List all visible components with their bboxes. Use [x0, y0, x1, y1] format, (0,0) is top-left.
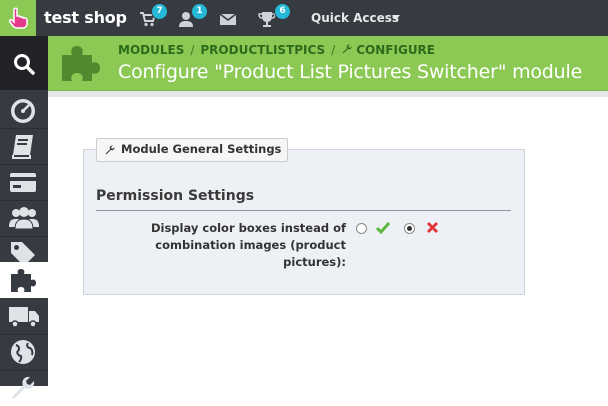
section-divider [96, 210, 511, 211]
panel-legend: Module General Settings [96, 138, 289, 162]
puzzle-icon [11, 269, 36, 292]
check-icon [376, 222, 390, 234]
section-title: Permission Settings [96, 188, 255, 204]
puzzle-icon [62, 46, 100, 81]
no-radio[interactable] [404, 223, 415, 234]
users-icon [9, 207, 39, 230]
header-divider [48, 91, 608, 97]
trophy-icon[interactable] [258, 10, 276, 28]
truck-icon [9, 307, 39, 328]
dashboard-icon [11, 99, 35, 123]
customers-badge: 1 [192, 4, 207, 19]
orders-badge: 7 [152, 4, 167, 19]
legend-label: Module General Settings [121, 142, 282, 156]
search-icon [14, 54, 35, 75]
page-header: MODULES / PRODUCTLISTPICS / CONFIGURE Config… [48, 36, 608, 91]
sidebar-item-payment[interactable] [0, 164, 48, 200]
envelope-icon[interactable] [219, 10, 237, 28]
sidebar [0, 36, 48, 399]
shop-name-link[interactable]: test shop [44, 8, 127, 27]
sidebar-item-customers[interactable] [0, 200, 48, 236]
close-icon [426, 221, 439, 234]
logo-button[interactable] [0, 0, 36, 36]
book-icon [12, 135, 33, 159]
page-title: Configure "Product List Pictures Switche… [118, 61, 583, 83]
sidebar-item-dashboard[interactable] [0, 92, 48, 128]
breadcrumb-configure: CONFIGURE [356, 43, 435, 57]
trophies-badge: 6 [275, 4, 290, 19]
yes-radio[interactable] [356, 223, 367, 234]
sidebar-item-catalog[interactable] [0, 128, 48, 164]
sidebar-item-modules[interactable] [0, 262, 48, 298]
sidebar-search-button[interactable] [0, 36, 48, 90]
credit-card-icon [10, 173, 36, 192]
quick-access-menu[interactable]: Quick Access [311, 11, 399, 25]
sidebar-item-preferences[interactable] [0, 370, 48, 406]
breadcrumb-modules[interactable]: MODULES [118, 43, 184, 57]
globe-icon [11, 340, 35, 364]
sidebar-item-localization[interactable] [0, 334, 48, 370]
wrench-icon [12, 376, 35, 399]
wrench-icon [105, 145, 115, 155]
sidebar-item-shipping[interactable] [0, 298, 48, 334]
hand-pointer-icon [8, 7, 28, 29]
top-navbar: test shop 7 1 6 Quick Access [0, 0, 608, 36]
caret-down-icon[interactable] [392, 15, 400, 21]
breadcrumb-module-name[interactable]: PRODUCTLISTPICS [200, 43, 325, 57]
wrench-icon [342, 44, 352, 54]
breadcrumb: MODULES / PRODUCTLISTPICS / CONFIGURE [118, 43, 435, 57]
field-label: Display color boxes instead of combinati… [150, 221, 346, 269]
